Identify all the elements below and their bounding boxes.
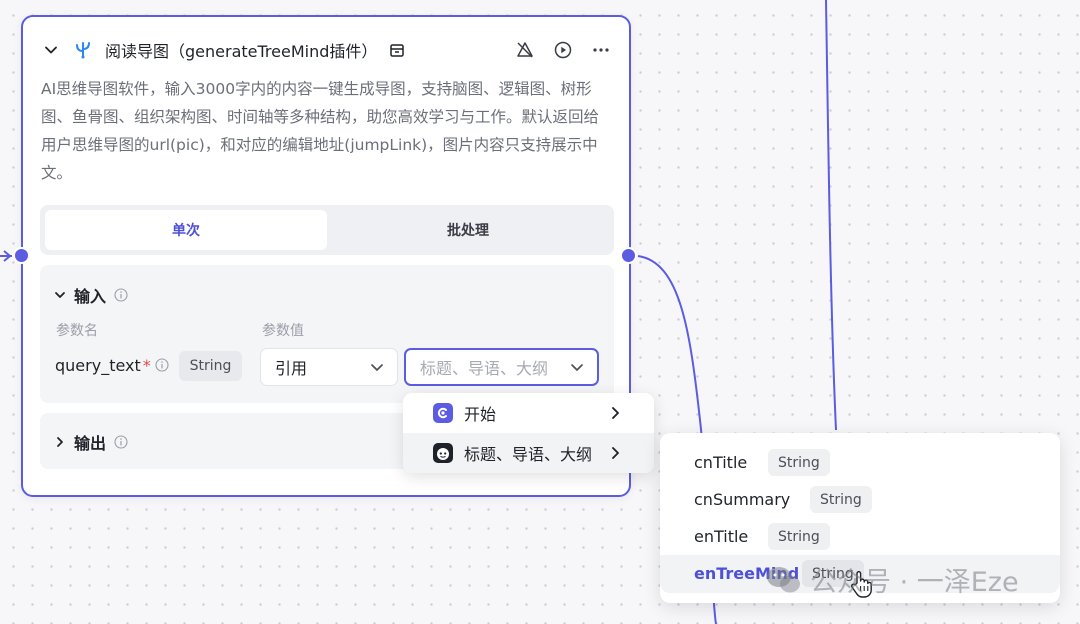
variable-name: cnTitle <box>694 453 748 472</box>
start-node-icon <box>433 403 453 423</box>
output-section-header[interactable]: 输出 <box>54 430 128 454</box>
chevron-down-icon[interactable] <box>54 289 66 301</box>
info-icon[interactable] <box>114 288 128 302</box>
column-param-name: 参数名 <box>56 323 98 339</box>
chevron-right-icon[interactable] <box>54 436 66 448</box>
variable-type-tag: String <box>810 486 872 513</box>
source-type-select[interactable]: 引用 <box>260 348 398 386</box>
menu-item-title-lead-outline[interactable]: 标题、导语、大纲 <box>403 433 654 473</box>
tab-single[interactable]: 单次 <box>45 210 327 250</box>
chevron-right-icon <box>608 446 622 460</box>
submenu-item-cntitle[interactable]: cnTitle String <box>660 444 1060 481</box>
header-actions <box>515 40 611 60</box>
chevron-down-icon <box>369 359 385 375</box>
submenu-item-entitle[interactable]: enTitle String <box>660 518 1060 555</box>
variable-type-tag: String <box>768 449 830 476</box>
store-icon[interactable] <box>389 42 405 58</box>
plugin-icon <box>73 40 93 60</box>
variable-select-placeholder: 标题、导语、大纲 <box>420 359 549 378</box>
bot-node-icon <box>433 443 453 463</box>
chevron-down-icon[interactable] <box>43 42 59 58</box>
tab-batch[interactable]: 批处理 <box>327 210 609 250</box>
input-section-header[interactable]: 输入 <box>54 283 128 307</box>
variable-name: enTitle <box>694 527 749 546</box>
param-name: query_text * <box>55 356 151 375</box>
variable-select[interactable]: 标题、导语、大纲 <box>404 348 599 386</box>
required-mark: * <box>142 356 151 375</box>
more-icon[interactable] <box>591 40 611 60</box>
variable-name: enTreeMind <box>694 564 800 583</box>
node-description: AI思维导图软件，输入3000字内的内容一键生成导图，支持脑图、逻辑图、树形图、… <box>41 80 600 182</box>
hand-pointer-cursor-icon <box>851 571 872 598</box>
info-icon[interactable] <box>155 358 169 372</box>
submenu-item-cnsummary[interactable]: cnSummary String <box>660 481 1060 518</box>
input-section: 输入 参数名 参数值 query_text * String 引用 标题、导语、大… <box>40 265 614 403</box>
menu-item-label: 标题、导语、大纲 <box>464 445 593 464</box>
input-port[interactable] <box>13 247 30 264</box>
variable-source-menu: 开始 标题、导语、大纲 <box>403 393 654 473</box>
play-circle-icon[interactable] <box>553 40 573 60</box>
output-section-title: 输出 <box>74 434 107 453</box>
node-header: 阅读导图（generateTreeMind插件） <box>43 37 611 63</box>
output-port[interactable] <box>620 247 637 264</box>
variable-name: cnSummary <box>694 490 791 509</box>
variable-type-tag: String <box>768 523 830 550</box>
bug-off-icon[interactable] <box>515 40 535 60</box>
menu-item-start[interactable]: 开始 <box>403 393 654 433</box>
param-type-tag: String <box>179 351 242 381</box>
input-section-title: 输入 <box>74 287 107 306</box>
run-mode-tabs: 单次 批处理 <box>40 205 614 255</box>
column-param-value: 参数值 <box>262 323 304 339</box>
wire-vertical <box>825 0 837 431</box>
chevron-right-icon <box>608 406 622 420</box>
source-type-value: 引用 <box>275 359 308 378</box>
chevron-down-icon <box>569 359 585 375</box>
info-icon[interactable] <box>114 435 128 449</box>
menu-item-label: 开始 <box>464 405 497 424</box>
node-title: 阅读导图（generateTreeMind插件） <box>105 42 378 61</box>
param-name-text: query_text <box>55 356 141 375</box>
